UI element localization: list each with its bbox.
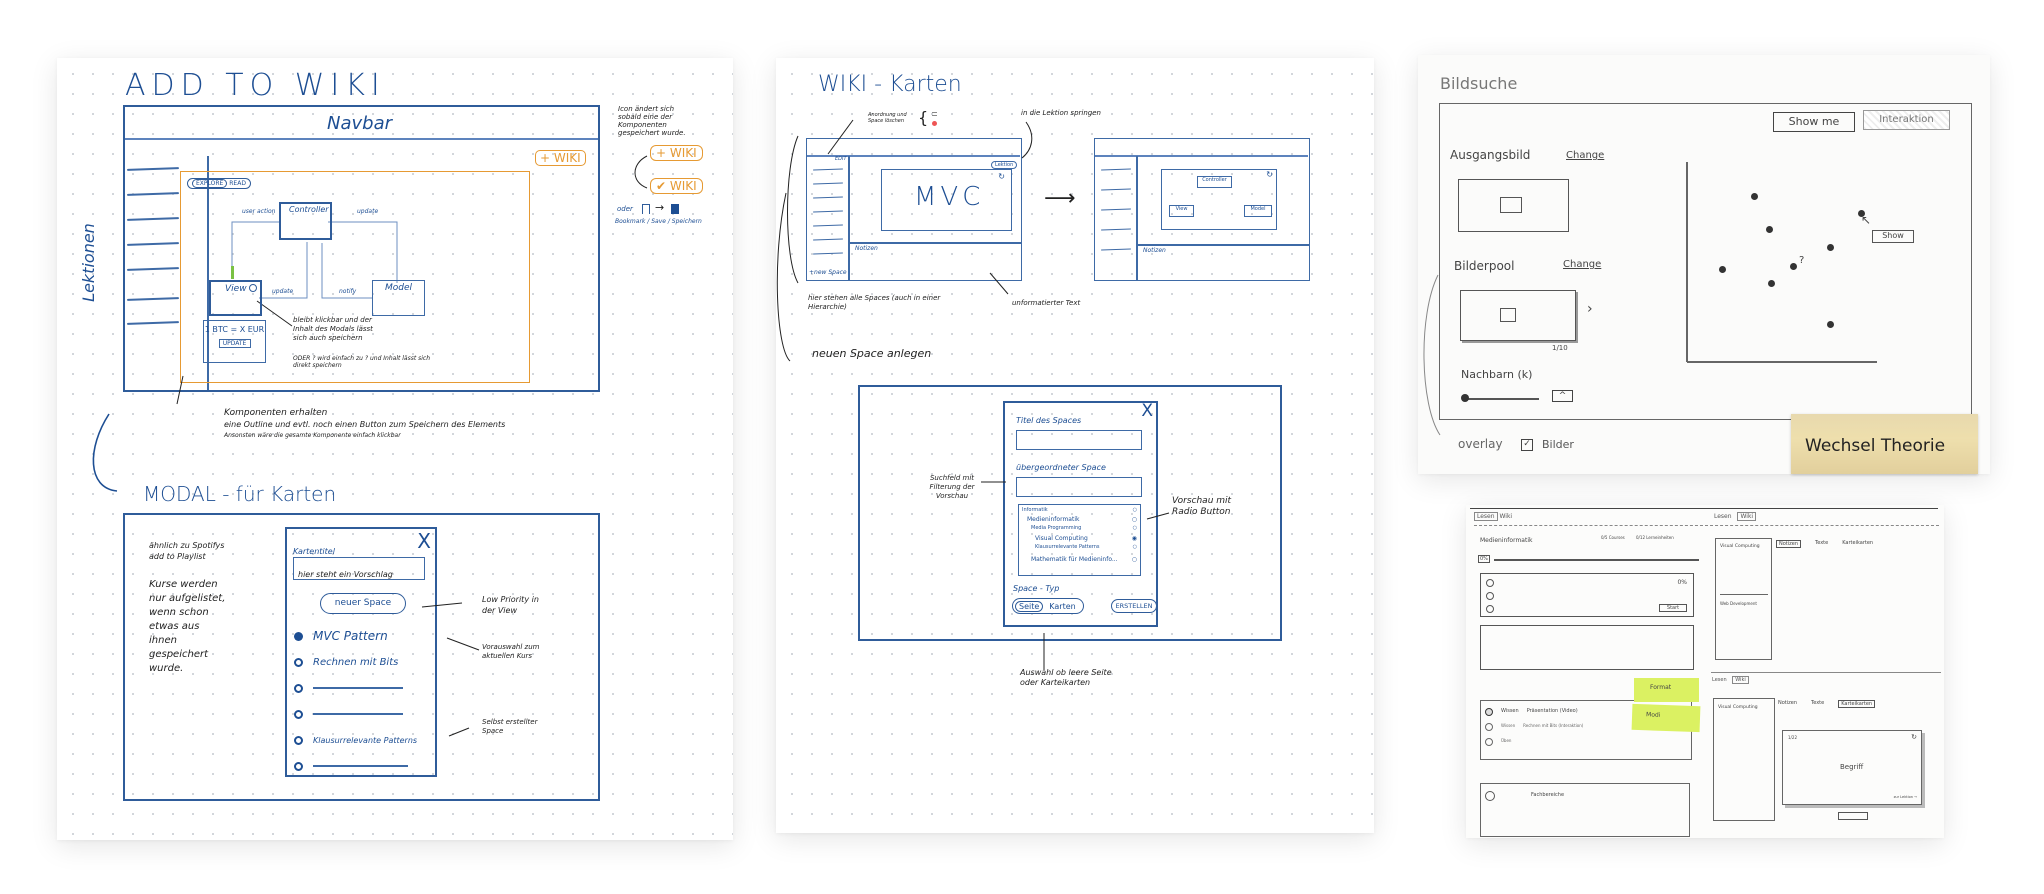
unit-step[interactable] (1486, 605, 1494, 613)
annotation-low-priority: Low Priority in der View (482, 595, 539, 615)
nav-lesen[interactable]: Lesen (1474, 512, 1498, 521)
course-title: Medieninformatik (1480, 537, 1533, 544)
tab-bar-bottom: Notizen Texte Karteikarten (1778, 700, 1876, 708)
nav-right-2: Lesen Wiki (1712, 676, 1749, 684)
sticky-note: Wechsel Theorie (1791, 414, 1978, 474)
sticky-format: Format (1634, 678, 1699, 702)
tree-title-2: Web Development (1720, 601, 1757, 606)
flip-icon[interactable]: ↻ (1911, 733, 1917, 741)
annotation-preview: Vorschau mit Radio Button (1172, 496, 1232, 517)
nav-lesen[interactable]: Lesen (1712, 677, 1727, 683)
tab-karteikarten[interactable]: Karteikarten (1842, 540, 1873, 548)
nav-lesen[interactable]: Lesen (1714, 513, 1732, 520)
section-title[interactable]: Fachbereiche (1531, 792, 1564, 798)
tab-karteikarten[interactable]: Karteikarten (1838, 700, 1876, 708)
sticky-modi: Modi (1631, 703, 1701, 733)
annotation-own-space: Selbst erstellter Space (482, 718, 538, 735)
step-icon (1485, 708, 1493, 716)
tab-bar-top: Notizen Texte Karteikarten (1776, 540, 1873, 548)
annotation-search: Suchfeld mit Filterung der Vorschau (929, 474, 975, 500)
panel-add-to-wiki: ADD TO WIKI Navbar Lektionen + WIKI EXPL… (57, 58, 733, 840)
nav-wiki[interactable]: Wiki (1732, 676, 1749, 684)
panel-learning-app: Lesen Wiki Lesen Wiki Medieninformatik 0… (1466, 505, 1944, 838)
tree-divider (1720, 594, 1768, 595)
step-item[interactable]: Wissen Rechnen mit Bits (Interaktion) (1485, 723, 1583, 731)
tree-title: Visual Computing (1718, 705, 1758, 710)
start-button[interactable]: Start (1659, 604, 1687, 612)
tab-texte[interactable]: Texte (1815, 540, 1828, 548)
tab-notizen[interactable]: Notizen (1778, 700, 1797, 708)
card-dropdown[interactable] (1838, 812, 1868, 820)
tab-notizen[interactable]: Notizen (1776, 540, 1802, 548)
section-radio[interactable] (1485, 791, 1495, 801)
unit-step[interactable] (1486, 592, 1494, 600)
unit-card[interactable]: 0% Start (1480, 573, 1694, 617)
panel-image-search: Bildsuche Show me Interaktion Ausgangsbi… (1418, 55, 1990, 474)
step-type: Üben (1501, 738, 1512, 743)
sticky-text: Wechsel Theorie (1805, 436, 1946, 456)
unit-progress: 0% (1677, 579, 1687, 586)
step-item[interactable]: Üben (1485, 738, 1511, 746)
sticky-format-text: Format (1650, 684, 1672, 691)
step-type: Wissen (1501, 723, 1516, 728)
step-icon (1485, 723, 1493, 731)
unit-step[interactable] (1486, 579, 1494, 587)
tab-texte[interactable]: Texte (1811, 700, 1824, 708)
stat-courses: 0/5 Courses (1601, 535, 1625, 540)
progress-bar (1494, 559, 1699, 561)
dashed-divider (1474, 525, 1939, 526)
top-border (1470, 508, 1938, 509)
modal-annotation-arrows (421, 602, 480, 737)
mid-divider (1711, 672, 1941, 673)
card-counter: 1/22 (1788, 735, 1797, 740)
panel-wiki-cards: WIKI - Karten Anordnung und Space lösche… (776, 58, 1374, 833)
images-checkbox-label: Bilder (1542, 438, 1574, 451)
images-checkbox[interactable]: ✓ (1521, 439, 1533, 451)
step-item[interactable]: Wissen Präsentation (Video) (1485, 708, 1578, 716)
overlay-label: overlay (1458, 437, 1503, 451)
card-term: Begriff (1840, 763, 1864, 771)
sticky-modi-text: Modi (1645, 711, 1661, 719)
progress-label: 0% (1478, 555, 1490, 563)
annotation-choice: Auswahl ob leere Seite oder Karteikarten (1020, 668, 1112, 687)
step-icon (1485, 738, 1493, 746)
dialog-annotation-arrows (981, 481, 1170, 670)
nav-wiki[interactable]: Wiki (1737, 512, 1757, 521)
content-box (1480, 625, 1694, 670)
stat-units: 0/12 Lerneinheiten (1636, 535, 1674, 540)
card-link[interactable]: zur Lektion → (1894, 795, 1917, 799)
tree-title: Visual Computing (1720, 544, 1760, 549)
section-card: Fachbereiche (1480, 783, 1690, 837)
tree-panel: Visual Computing Web Development (1715, 538, 1772, 660)
step-type: Wissen (1501, 708, 1519, 714)
step-label: Präsentation (Video) (1526, 708, 1578, 714)
nav-left: Lesen Wiki (1474, 512, 1512, 521)
overlay-arrow (1423, 274, 1441, 436)
annotation-preselect: Vorauswahl zum aktuellen Kurs (482, 643, 540, 660)
step-label: Rechnen mit Bits (Interaktion) (1523, 723, 1584, 728)
flashcard[interactable]: 1/22 ↻ Begriff zur Lektion → (1782, 730, 1922, 805)
nav-wiki[interactable]: Wiki (1499, 513, 1512, 520)
nav-right: Lesen Wiki (1714, 512, 1757, 521)
tree-panel-2: Visual Computing (1713, 698, 1775, 821)
